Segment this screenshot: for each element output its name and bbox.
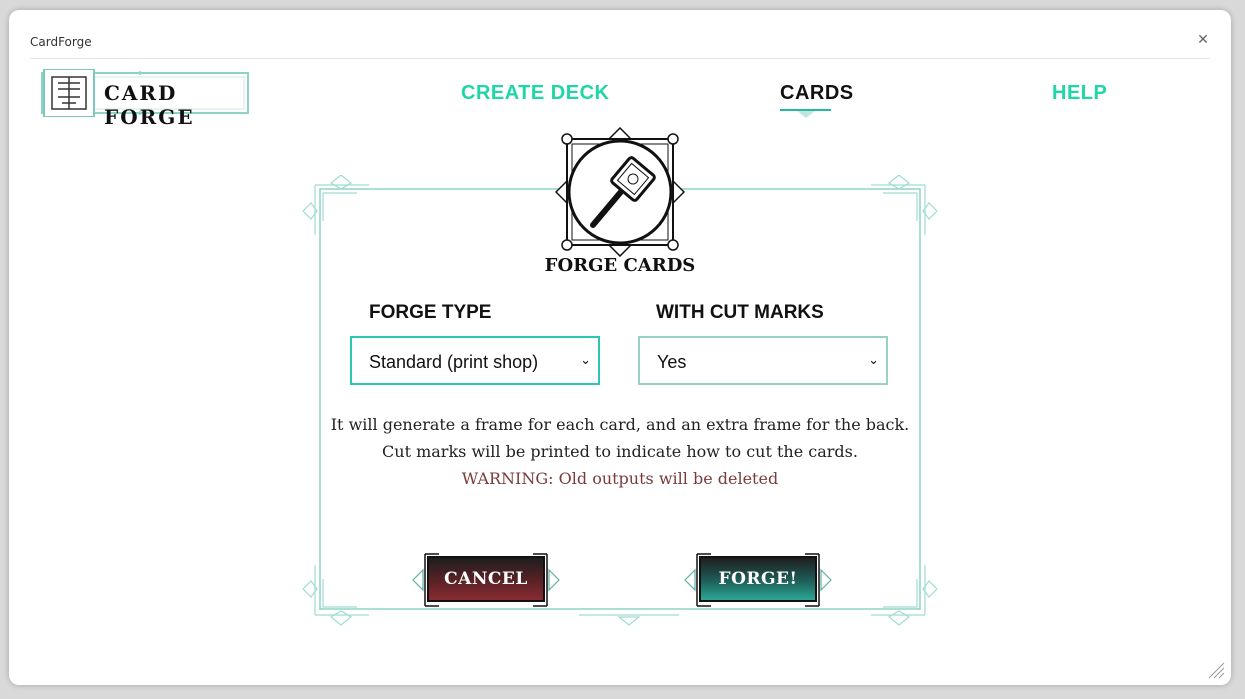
title-bar: CardForge ✕	[30, 10, 1210, 59]
description-line-1: It will generate a frame for each card, …	[330, 415, 910, 434]
nav-create-deck[interactable]: CREATE DECK	[461, 82, 609, 105]
cut-marks-select[interactable]: Yes ⌄	[638, 336, 888, 385]
forge-type-select[interactable]: Standard (print shop) ⌄	[350, 336, 600, 385]
warning-text: WARNING: Old outputs will be deleted	[461, 469, 779, 488]
logo-text: CARD FORGE	[104, 81, 195, 129]
nav-help[interactable]: HELP	[1052, 82, 1107, 105]
resize-grip-icon[interactable]	[1207, 661, 1225, 679]
app-title: CardForge	[30, 35, 92, 49]
nav-active-caret-icon	[797, 111, 815, 118]
nav-cards[interactable]: CARDS	[780, 82, 854, 105]
forge-type-label: FORGE TYPE	[369, 302, 492, 323]
card-forge-logo[interactable]: CARD FORGE	[40, 68, 250, 129]
cut-marks-value: Yes	[657, 352, 687, 372]
description-line-2: Cut marks will be printed to indicate ho…	[382, 442, 858, 461]
forge-button-wrap: FORGE!	[683, 552, 833, 613]
app-window: CardForge ✕ CARD FORGE CREATE DECK CARDS…	[9, 10, 1231, 685]
forge-button[interactable]: FORGE!	[699, 556, 817, 602]
forge-type-value: Standard (print shop)	[369, 352, 539, 372]
close-icon[interactable]: ✕	[1196, 32, 1210, 46]
chevron-down-icon: ⌄	[580, 352, 591, 367]
cancel-button-wrap: CANCEL	[411, 552, 561, 613]
panel-title: FORGE CARDS	[544, 255, 696, 276]
cancel-button[interactable]: CANCEL	[427, 556, 545, 602]
hammer-icon	[555, 127, 685, 257]
cut-marks-label: WITH CUT MARKS	[656, 302, 824, 323]
chevron-down-icon: ⌄	[868, 352, 879, 367]
